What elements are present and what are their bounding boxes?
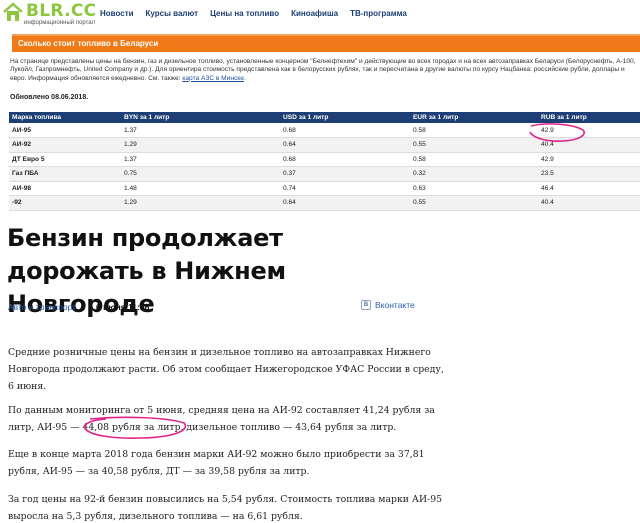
intro-text: На странице представлены цены на бензин,… bbox=[10, 58, 640, 83]
cell-rub: 42.9 bbox=[538, 152, 640, 167]
cell-usd: 0.68 bbox=[280, 152, 410, 167]
article-paragraph-1: Средние розничные цены на бензин и дизел… bbox=[8, 347, 444, 392]
cell-fuel: -92 bbox=[9, 195, 121, 211]
cell-eur: 0.32 bbox=[410, 166, 538, 182]
cell-usd: 0.64 bbox=[280, 137, 410, 153]
cell-rub: 46.4 bbox=[538, 181, 640, 196]
nav-tv[interactable]: ТВ-программа bbox=[350, 9, 407, 18]
cell-byn: 1.37 bbox=[121, 152, 280, 167]
article-paragraph-4: За год цены на 92-й бензин повысились на… bbox=[8, 494, 443, 522]
header-eur: EUR за 1 литр bbox=[410, 112, 538, 123]
vk-share-label: Вконтакте bbox=[375, 300, 415, 310]
logo-text: BLR.CC bbox=[26, 1, 97, 21]
cell-byn: 0.75 bbox=[121, 166, 280, 182]
cell-usd: 0.37 bbox=[280, 166, 410, 182]
table-row: АИ-98 1.48 0.74 0.63 46.4 bbox=[9, 181, 640, 196]
table-row: ДТ Евро 5 1.37 0.68 0.58 42.9 bbox=[9, 152, 640, 167]
cell-rub: 40.4 bbox=[538, 195, 640, 211]
cell-usd: 0.68 bbox=[280, 123, 410, 138]
header-usd: USD за 1 литр bbox=[280, 112, 410, 123]
main-nav: Новости Курсы валют Цены на топливо Кино… bbox=[100, 9, 419, 18]
site-header: BLR.CC информационный портал Новости Кур… bbox=[0, 0, 640, 30]
see-also-end: . bbox=[243, 74, 246, 82]
cell-rub: 40.4 bbox=[538, 137, 640, 153]
house-icon bbox=[3, 2, 23, 21]
cell-byn: 1.37 bbox=[121, 123, 280, 138]
cell-eur: 0.63 bbox=[410, 181, 538, 196]
cell-eur: 0.58 bbox=[410, 123, 538, 138]
header-fuel-type: Марка топлива bbox=[9, 112, 121, 123]
cell-usd: 0.74 bbox=[280, 181, 410, 196]
cell-rub: 23.5 bbox=[538, 166, 640, 182]
article-paragraph-2: По данным мониторинга от 5 июня, средняя… bbox=[8, 405, 435, 433]
table-header-row: Марка топлива BYN за 1 литр USD за 1 лит… bbox=[9, 112, 640, 123]
nav-news[interactable]: Новости bbox=[100, 9, 134, 18]
intro-paragraph: На странице представлены цены на бензин,… bbox=[10, 58, 636, 82]
section-banner: Сколько стоит топливо в Беларуси bbox=[12, 34, 640, 52]
cell-rub: 42.9 bbox=[538, 123, 640, 138]
cell-byn: 1.29 bbox=[121, 137, 280, 153]
table-row: АИ-92 1.29 0.64 0.55 40.4 bbox=[9, 137, 640, 153]
cell-usd: 0.64 bbox=[280, 195, 410, 211]
article-date: 6 июня 11:16 bbox=[96, 302, 150, 312]
table-row: АИ-95 1.37 0.68 0.58 42.9 bbox=[9, 123, 640, 138]
logo-subtitle: информационный портал bbox=[24, 20, 96, 26]
cell-fuel: Газ ПБА bbox=[9, 166, 121, 182]
updated-date: Обновлено 08.06.2018. bbox=[10, 94, 89, 101]
table-row: -92 1.29 0.64 0.55 40.4 bbox=[9, 195, 640, 211]
cell-fuel: АИ-92 bbox=[9, 137, 121, 153]
cell-fuel: ДТ Евро 5 bbox=[9, 152, 121, 167]
nav-fuel-prices[interactable]: Цены на топливо bbox=[210, 9, 279, 18]
article-category-link[interactable]: Авто и транспорт bbox=[8, 302, 76, 312]
gas-station-map-link[interactable]: карта АЗС в Минске bbox=[182, 75, 244, 82]
cell-byn: 1.29 bbox=[121, 195, 280, 211]
table-row: Газ ПБА 0.75 0.37 0.32 23.5 bbox=[9, 166, 640, 182]
header-rub: RUB за 1 литр bbox=[538, 112, 640, 123]
article-paragraph-3: Еще в конце марта 2018 года бензин марки… bbox=[8, 449, 425, 477]
cell-fuel: АИ-98 bbox=[9, 181, 121, 196]
cell-byn: 1.48 bbox=[121, 181, 280, 196]
nav-cinema[interactable]: Киноафиша bbox=[291, 9, 338, 18]
fuel-price-table: Марка топлива BYN за 1 литр USD за 1 лит… bbox=[9, 112, 640, 211]
vk-share-button[interactable]: B Вконтакте bbox=[361, 300, 415, 310]
see-also-label: См. также: bbox=[148, 74, 183, 82]
banner-title: Сколько стоит топливо в Беларуси bbox=[18, 39, 159, 48]
vk-icon: B bbox=[361, 300, 371, 310]
header-byn: BYN за 1 литр bbox=[121, 112, 280, 123]
cell-eur: 0.55 bbox=[410, 195, 538, 211]
site-logo[interactable]: BLR.CC информационный портал bbox=[2, 1, 96, 28]
cell-fuel: АИ-95 bbox=[9, 123, 121, 138]
nav-currency[interactable]: Курсы валют bbox=[146, 9, 199, 18]
cell-eur: 0.58 bbox=[410, 152, 538, 167]
cell-eur: 0.55 bbox=[410, 137, 538, 153]
